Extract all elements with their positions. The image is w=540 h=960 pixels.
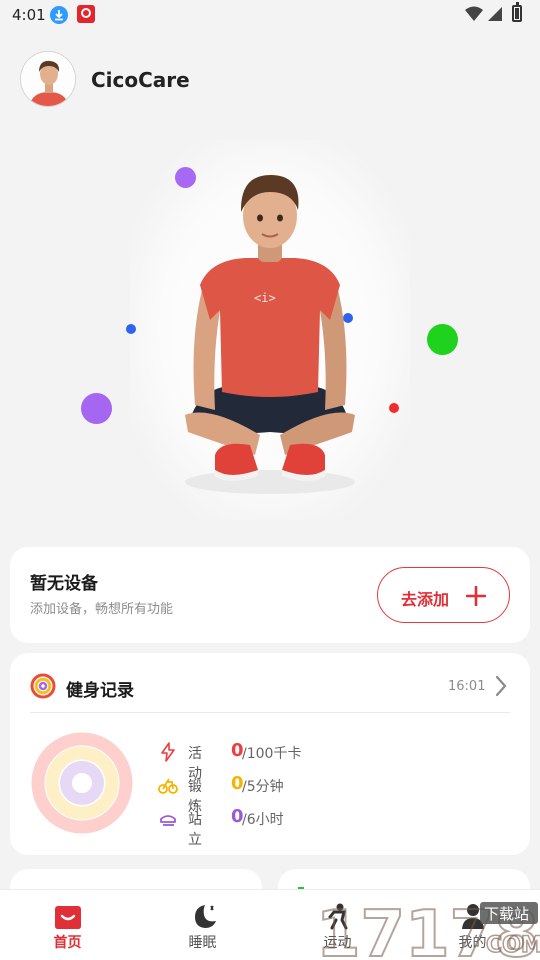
stat-standing-label: 站立 [188,812,202,848]
sleep-moon-icon [194,905,216,928]
decor-dot-green [427,324,458,355]
add-device-label: 去添加 [401,590,450,609]
fitness-card-time: 16:01 [448,679,486,694]
stat-standing-goal: /6小时 [242,812,284,828]
download-notification-icon [50,6,68,24]
add-device-button[interactable]: 去添加 [377,567,510,623]
fitness-card-divider [30,712,510,713]
site-watermark: 17178 下载站 COM [314,896,540,960]
chevron-right-icon[interactable] [494,675,508,697]
svg-text:COM: COM [486,933,540,958]
status-bar: 4:01 [0,0,540,34]
bicycle-icon [158,778,178,794]
fitness-rings-icon [30,673,56,699]
battery-icon [512,2,522,22]
meditating-person-figure: <i> [185,174,355,494]
svg-text:<i>: <i> [254,291,276,305]
stat-exercise-goal: /5分钟 [242,779,284,795]
avatar[interactable] [20,51,76,107]
device-card: 暂无设备 添加设备，畅想所有功能 去添加 [10,547,530,643]
app-brand-name: CicoCare [91,68,190,92]
fitness-card-title: 健身记录 [66,681,134,701]
decor-dot-blue [126,324,136,334]
app-notification-icon [77,5,95,23]
tab-sleep[interactable]: 睡眠 [135,890,270,960]
stat-activity-goal: /100千卡 [242,746,302,762]
decor-dot-purple-large [81,393,112,424]
tab-home-label: 首页 [53,935,82,951]
decor-dot-red [389,403,399,413]
device-card-subtitle: 添加设备，畅想所有功能 [30,602,174,617]
home-icon [54,906,81,929]
activity-rings-chart [31,732,133,834]
plus-icon [466,586,486,606]
fitness-record-card[interactable]: 健身记录 16:01 活动 0 /100千卡 锻炼 0 /5分钟 站立 0 /6… [10,653,530,855]
device-card-title: 暂无设备 [30,574,98,594]
standing-icon [160,815,176,826]
tab-home[interactable]: 首页 [0,890,135,960]
svg-text:下载站: 下载站 [484,905,529,923]
lightning-icon [161,742,175,762]
signal-icons [464,5,508,27]
status-time: 4:01 [12,6,46,24]
tab-sleep-label: 睡眠 [188,935,217,951]
hero-illustration: <i> [0,130,540,530]
